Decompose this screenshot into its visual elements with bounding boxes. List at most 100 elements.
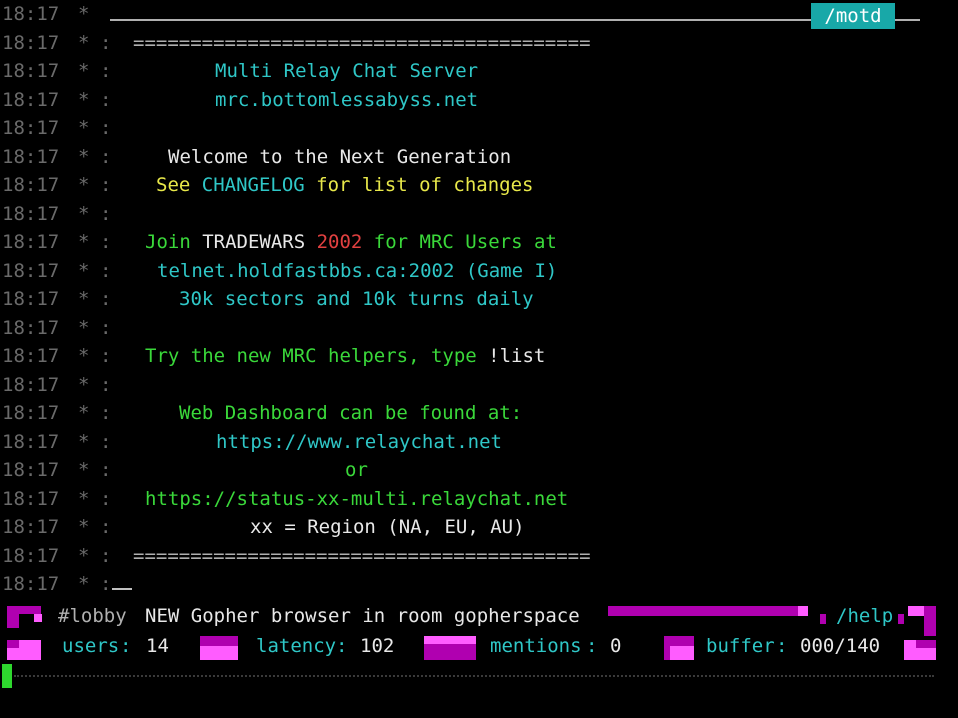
message-segment: !list xyxy=(488,345,546,367)
statusbar-deco xyxy=(608,606,798,616)
timestamp: 18:17 xyxy=(2,373,60,396)
chat-line: 18:17 *: https://www.relaychat.net xyxy=(0,428,958,456)
message-segment: for list of changes xyxy=(304,174,534,196)
latency-label: latency xyxy=(256,635,337,657)
latency-colon: : xyxy=(336,635,348,657)
message-text: https://status-xx-multi.relaychat.net xyxy=(145,485,568,513)
message-text: xx = Region (NA, EU, AU) xyxy=(250,513,525,541)
chat-line: 18:17 *: Multi Relay Chat Server xyxy=(0,57,958,85)
input-cursor xyxy=(2,664,12,688)
separator: : xyxy=(100,459,112,481)
message-segment: Multi Relay Chat Server xyxy=(215,60,479,82)
timestamp: 18:17 xyxy=(2,117,60,139)
mentions-colon: : xyxy=(586,635,598,657)
timestamp: 18:17 xyxy=(2,345,60,367)
message-text: 30k sectors and 10k turns daily xyxy=(179,285,534,313)
message-segment: xx = Region (NA, EU, AU) xyxy=(250,516,525,538)
statusbar-deco xyxy=(34,614,42,622)
timestamp: 18:17 xyxy=(2,430,60,453)
message-text: Try the new MRC helpers, type !list xyxy=(145,342,545,370)
message-text: Web Dashboard can be found at: xyxy=(179,399,522,427)
server-marker: * xyxy=(78,345,90,367)
users-colon: : xyxy=(120,635,132,657)
message-segment: 2002 xyxy=(316,231,363,253)
timestamp: 18:17 xyxy=(2,60,60,82)
chat-line: 18:17 *: xyxy=(0,570,958,598)
separator: : xyxy=(100,487,112,510)
mentions-value: 0 xyxy=(610,635,622,657)
statusbar-deco xyxy=(924,606,936,636)
server-marker: * xyxy=(78,174,90,196)
message-text: mrc.bottomlessabyss.net xyxy=(215,86,478,114)
latency-value: 102 xyxy=(360,635,395,657)
separator: : xyxy=(100,60,112,82)
timestamp: 18:17 xyxy=(2,3,60,25)
server-marker: * xyxy=(78,288,90,310)
message-segment: mrc.bottomlessabyss.net xyxy=(215,88,479,111)
chat-line: 18:17 *: xyxy=(0,314,958,342)
timestamp: 18:17 xyxy=(2,516,60,538)
timestamp: 18:17 xyxy=(2,544,60,567)
message-text: or xyxy=(345,456,368,484)
message-text: https://www.relaychat.net xyxy=(216,428,502,456)
statusbar-deco xyxy=(7,606,19,628)
mentions-label: mentions xyxy=(490,635,582,657)
message-segment: Join xyxy=(145,231,203,253)
separator: : xyxy=(100,345,112,367)
users-value: 14 xyxy=(146,635,169,657)
server-marker: * xyxy=(78,259,90,282)
message-segment: or xyxy=(345,459,368,481)
message-segment: Welcome to the Next Generation xyxy=(168,145,512,168)
chat-line: 18:17 *: =================================… xyxy=(0,29,958,57)
timestamp: 18:17 xyxy=(2,31,60,54)
timestamp: 18:17 xyxy=(2,288,60,310)
message-text: ======================================== xyxy=(133,542,591,570)
help-command[interactable]: /help xyxy=(836,602,893,630)
message-segment: CHANGELOG xyxy=(201,174,305,196)
separator: : xyxy=(100,573,112,595)
server-marker: * xyxy=(78,231,90,253)
message-segment: https://www.relaychat.net xyxy=(216,430,502,453)
server-marker: * xyxy=(78,31,90,54)
timestamp: 18:17 xyxy=(2,573,60,595)
timestamp: 18:17 xyxy=(2,145,60,168)
chat-line: 18:17 *: Join TRADEWARS 2002 for MRC Users… xyxy=(0,228,958,256)
server-marker: * xyxy=(78,430,90,453)
timestamp: 18:17 xyxy=(2,259,60,282)
separator: : xyxy=(100,288,112,310)
message-segment: for MRC Users at xyxy=(362,231,557,253)
chat-line: 18:17 *: xx = Region (NA, EU, AU) xyxy=(0,513,958,541)
server-marker: * xyxy=(78,573,90,595)
message-text: Welcome to the Next Generation xyxy=(168,143,511,171)
message-segment: ======================================== xyxy=(133,544,591,567)
chat-line: 18:17 *: =================================… xyxy=(0,542,958,570)
buffer-value: 000/140 xyxy=(800,635,881,657)
terminal-screen: /motd 18:17 * 18:17 *: =====================… xyxy=(0,0,958,718)
message-segment: https://status-xx-multi.relaychat.net xyxy=(145,487,569,510)
server-marker: * xyxy=(78,60,90,82)
buffer-label: buffer xyxy=(706,635,775,657)
statusbar-deco xyxy=(7,640,19,648)
message-text: ======================================== xyxy=(133,29,591,57)
separator: : xyxy=(100,202,112,225)
server-marker: * xyxy=(78,202,90,225)
timestamp: 18:17 xyxy=(2,231,60,253)
users-label: users xyxy=(62,635,120,657)
room-name[interactable]: #lobby xyxy=(58,602,127,630)
separator: : xyxy=(100,316,112,339)
room-topic: NEW Gopher browser in room gopherspace xyxy=(145,605,580,627)
statusbar-deco xyxy=(916,640,936,648)
chat-line: 18:17 * xyxy=(0,0,958,28)
separator: : xyxy=(100,430,112,453)
server-marker: * xyxy=(78,145,90,168)
separator: : xyxy=(100,117,112,139)
message-segment: 30k sectors and 10k turns daily xyxy=(179,288,534,310)
chat-line: 18:17 *: Try the new MRC helpers, type !li… xyxy=(0,342,958,370)
input-divider xyxy=(14,675,934,677)
message-segment: telnet.holdfastbbs.ca:2002 (Game I) xyxy=(157,259,558,282)
separator: : xyxy=(100,31,112,54)
chat-line: 18:17 *: Welcome to the Next Generation xyxy=(0,143,958,171)
chat-line: 18:17 *: See CHANGELOG for list of changes xyxy=(0,171,958,199)
chat-line: 18:17 *: xyxy=(0,114,958,142)
server-marker: * xyxy=(78,516,90,538)
